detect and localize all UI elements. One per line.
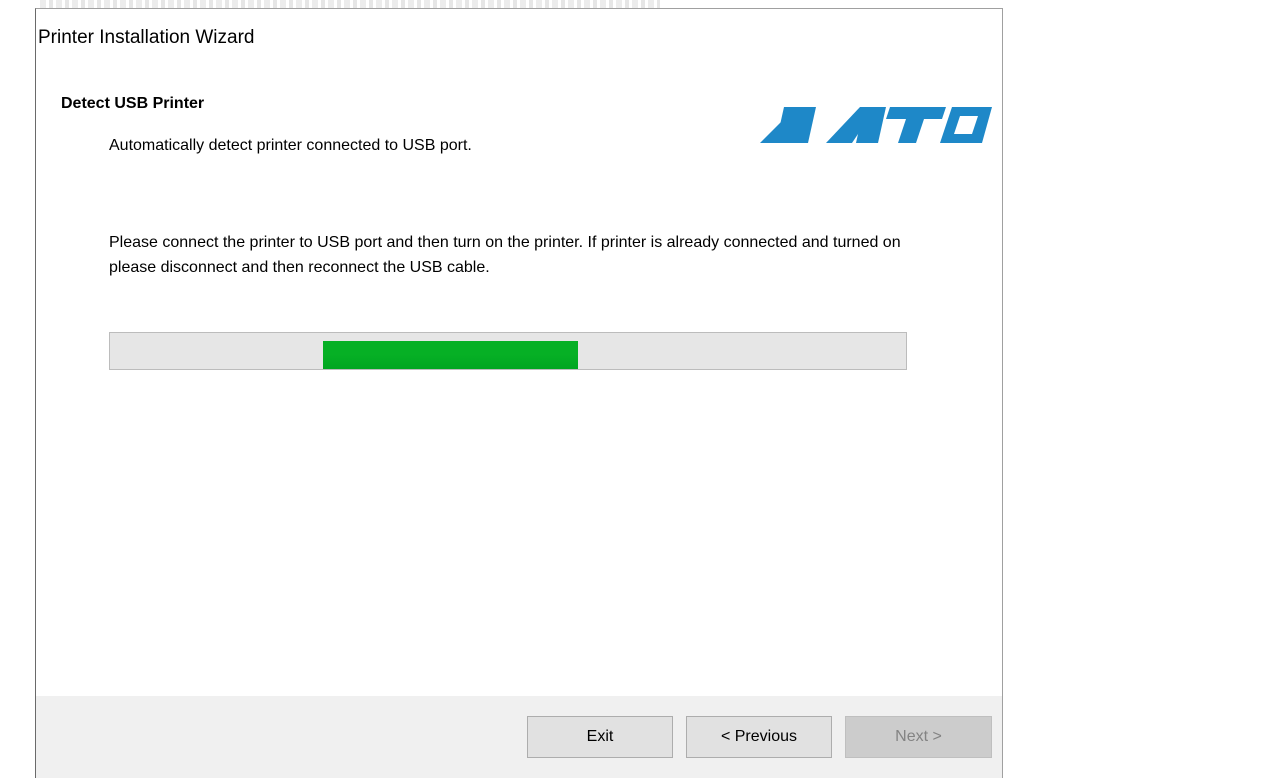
- progress-marquee-fill: [323, 341, 578, 369]
- wizard-window: Printer Installation Wizard Detect USB P…: [35, 8, 1003, 778]
- window-title: Printer Installation Wizard: [38, 27, 255, 48]
- detection-progress-bar: [109, 332, 907, 370]
- instructions-text: Please connect the printer to USB port a…: [109, 234, 901, 276]
- previous-button[interactable]: < Previous: [686, 716, 832, 758]
- button-bar: Exit < Previous Next >: [36, 696, 1002, 778]
- background-window-remnant: [40, 0, 660, 8]
- page-title: Detect USB Printer: [61, 95, 205, 112]
- exit-button[interactable]: Exit: [527, 716, 673, 758]
- next-button[interactable]: Next >: [845, 716, 992, 758]
- screen: Printer Installation Wizard Detect USB P…: [0, 0, 1285, 778]
- sato-logo: [760, 107, 992, 143]
- page-subtitle: Automatically detect printer connected t…: [109, 137, 472, 154]
- title-bar[interactable]: Printer Installation Wizard: [36, 9, 1002, 67]
